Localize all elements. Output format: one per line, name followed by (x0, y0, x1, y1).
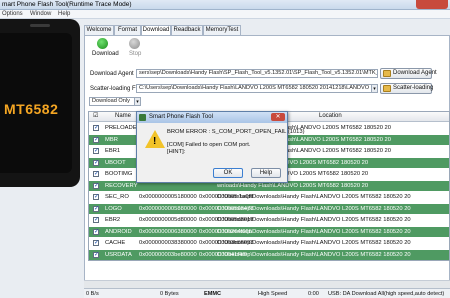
stop-button[interactable]: Stop (129, 51, 141, 57)
dialog-hint-text: [HINT]: (167, 149, 186, 155)
chip-label: MT6582 (4, 101, 59, 117)
row-name: USRDATA (105, 251, 132, 258)
row-location: C:\Users\sep\Downloads\Handy Flash\LANDV… (217, 217, 411, 223)
table-row[interactable]: CACHE0x00000000383800000x000000003bb6093… (89, 238, 449, 248)
download-icon[interactable] (97, 38, 108, 49)
dialog-title: Smart Phone Flash Tool (149, 114, 213, 120)
status-bytes: 0 Bytes (160, 291, 179, 297)
row-name: UBOOT (105, 159, 126, 166)
download-agent-field[interactable]: sers\sep\Downloads\Handy Flash\SP_Flash_… (136, 69, 378, 78)
status-info: USB: DA Download All(high speed,auto det… (328, 291, 445, 297)
row-name: BOOTIMG (105, 171, 133, 177)
download-button[interactable]: Download (92, 51, 119, 57)
dialog-close-button[interactable]: ✕ (271, 113, 285, 121)
row-name: LOGO (105, 205, 122, 212)
stop-icon[interactable] (129, 38, 140, 49)
row-begin-address: 0x0000000006380000 (139, 228, 197, 235)
row-begin-address: 0x0000000038380000 (139, 240, 197, 246)
row-checkbox[interactable] (93, 250, 99, 260)
menu-window[interactable]: Window (30, 11, 51, 17)
status-storage: EMMC (204, 291, 222, 297)
row-checkbox[interactable] (93, 146, 99, 156)
table-row[interactable]: SEC_RO0x00000000051800000x0000000005 1a0… (89, 192, 449, 202)
row-name: ANDROID (105, 228, 132, 235)
menu-options[interactable]: Options (2, 11, 23, 17)
title-bar: mart Phone Flash Tool(Runtime Trace Mode… (0, 0, 450, 10)
header-checkbox[interactable]: ☑ (93, 112, 98, 119)
row-location: C:\Users\sep\Downloads\Handy Flash\LANDV… (217, 251, 411, 258)
row-begin-address: 0x0000000005880000 (139, 205, 197, 212)
folder-icon (383, 85, 391, 92)
mode-select[interactable]: Download Only (89, 97, 139, 106)
header-location: Location (319, 113, 342, 119)
row-checkbox[interactable] (93, 192, 99, 202)
tab-memorytest[interactable]: MemoryTest (203, 25, 241, 35)
row-name: MBR (105, 136, 118, 143)
row-begin-address: 0x0000000005180000 (139, 194, 197, 200)
table-row[interactable]: USRDATA0x000000003be800000x0000000041f4f… (89, 249, 449, 260)
row-name: RECOVERY (105, 182, 138, 189)
status-bar: 0 B/s 0 Bytes EMMC High Speed 0:00 USB: … (84, 288, 450, 298)
scatter-label: Scatter-loading File (90, 86, 142, 92)
row-location: C:\Users\sep\Downloads\Handy Flash\LANDV… (217, 194, 411, 200)
menu-help[interactable]: Help (58, 11, 70, 17)
row-checkbox[interactable] (93, 169, 99, 179)
progress-bar (84, 280, 450, 288)
row-checkbox[interactable] (93, 135, 99, 145)
status-time: 0:00 (308, 291, 319, 297)
row-checkbox[interactable] (93, 215, 99, 225)
row-begin-address: 0x0000000005d80000 (139, 217, 197, 223)
row-checkbox[interactable] (93, 123, 99, 133)
row-location: C:\Users\sep\Downloads\Handy Flash\LANDV… (217, 228, 411, 235)
row-begin-address: 0x000000003be80000 (139, 251, 197, 258)
row-name: EBR2 (105, 217, 121, 223)
window-title: mart Phone Flash Tool(Runtime Trace Mode… (2, 1, 132, 8)
download-agent-button[interactable]: Download Agent (380, 68, 437, 79)
help-button[interactable]: Help (251, 168, 281, 178)
row-name: SEC_RO (105, 194, 129, 200)
tab-format[interactable]: Format (114, 25, 141, 35)
close-button[interactable] (416, 0, 448, 9)
download-agent-label: Download Agent (90, 71, 134, 77)
table-row[interactable]: ANDROID0x00000000063800000x00000000264f6… (89, 226, 449, 237)
table-row[interactable]: LOGO0x00000000058800000x000000000598478C… (89, 203, 449, 214)
row-checkbox[interactable] (93, 181, 99, 191)
warning-mark: ! (153, 136, 157, 147)
error-dialog: Smart Phone Flash Tool ✕ ! BROM ERROR : … (136, 111, 305, 183)
folder-icon (383, 70, 391, 77)
chevron-down-icon[interactable]: ▾ (134, 97, 141, 106)
scatter-loading-button[interactable]: Scatter-loading (380, 83, 433, 94)
dialog-detail-text: [COM] Failed to open COM port. (167, 142, 251, 148)
row-location: C:\Users\sep\Downloads\Handy Flash\LANDV… (217, 205, 411, 212)
phone-image: MT6582 (0, 19, 80, 187)
row-name: EBR1 (105, 148, 121, 154)
menu-bar: Options Window Help (0, 10, 450, 19)
chevron-down-icon[interactable]: ▾ (371, 84, 378, 93)
row-checkbox[interactable] (93, 158, 99, 168)
status-usb-speed: High Speed (258, 291, 288, 297)
row-name: CACHE (105, 240, 126, 246)
phone-speaker (30, 24, 50, 27)
header-name: Name (115, 113, 132, 119)
table-row[interactable]: EBR20x0000000005d800000x0000000005d801ff… (89, 215, 449, 225)
dialog-error-text: BROM ERROR : S_COM_PORT_OPEN_FAIL (1013) (167, 129, 305, 135)
app-icon (139, 114, 146, 121)
row-checkbox[interactable] (93, 227, 99, 237)
status-speed: 0 B/s (86, 291, 99, 297)
tab-readback[interactable]: Readback (171, 25, 203, 35)
row-checkbox[interactable] (93, 238, 99, 248)
row-checkbox[interactable] (93, 204, 99, 214)
scatter-field[interactable]: C:\Users\sep\Downloads\Handy Flash\LANDV… (136, 84, 372, 93)
tab-welcome[interactable]: Welcome (84, 25, 114, 35)
ok-button[interactable]: OK (213, 168, 243, 178)
row-location: C:\Users\sep\Downloads\Handy Flash\LANDV… (217, 240, 411, 246)
dialog-title-bar: Smart Phone Flash Tool ✕ (137, 112, 287, 123)
